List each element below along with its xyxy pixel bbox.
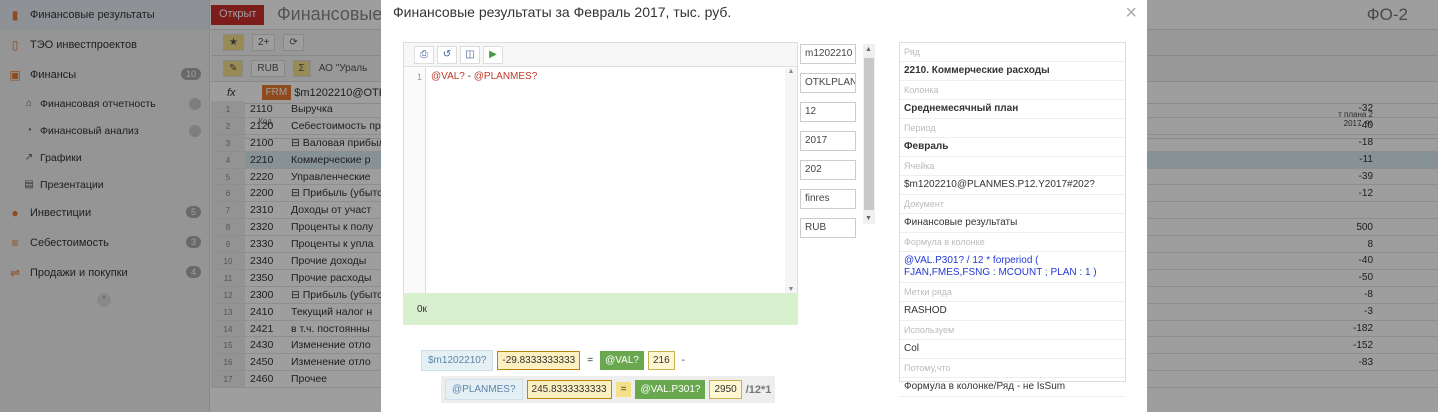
- columns-icon[interactable]: ◫: [460, 45, 480, 64]
- param-field[interactable]: finres: [800, 189, 856, 209]
- editor-body[interactable]: 1 @VAL? - @PLANMES? ▲ ▼: [404, 68, 797, 293]
- scroll-up-icon[interactable]: ▲: [785, 68, 797, 75]
- trace-ref-val[interactable]: @VAL?: [600, 351, 644, 370]
- trace-operator: =: [615, 382, 632, 397]
- run-icon[interactable]: ▶: [483, 45, 503, 64]
- trace-line-1: $m1202210? -29.8333333333 = @VAL? 216 -: [421, 350, 688, 371]
- scroll-down-icon[interactable]: ▼: [785, 286, 797, 293]
- params-list: m1202210 OTKLPLAN 12 2017 202 finres RUB: [800, 44, 860, 247]
- info-value: Финансовые результаты: [900, 214, 1125, 233]
- dialog-title: Финансовые результаты за Февраль 2017, т…: [393, 4, 732, 20]
- info-value: 2210. Коммерческие расходы: [900, 62, 1125, 81]
- params-scrollbar[interactable]: ▲ ▼: [863, 44, 875, 224]
- trace-ref[interactable]: $m1202210?: [421, 350, 494, 371]
- code-text[interactable]: @VAL? - @PLANMES?: [431, 71, 537, 82]
- cell-info-panel: Ряд 2210. Коммерческие расходы Колонка Сред…: [899, 42, 1126, 397]
- param-field[interactable]: 12: [800, 102, 856, 122]
- formula-dialog: Финансовые результаты за Февраль 2017, т…: [381, 0, 1147, 412]
- info-value: Col: [900, 340, 1125, 359]
- line-number: 1: [404, 68, 426, 293]
- trace-value: 2950: [709, 380, 742, 399]
- code-val-token: @VAL?: [431, 71, 465, 82]
- info-label: Ряд: [900, 43, 1125, 62]
- trace-value: -29.8333333333: [497, 351, 581, 370]
- param-field[interactable]: 202: [800, 160, 856, 180]
- info-label: Ячейка: [900, 157, 1125, 176]
- info-label: Формула в колонке: [900, 233, 1125, 252]
- trace-ref[interactable]: @PLANMES?: [445, 379, 523, 400]
- param-field[interactable]: RUB: [800, 218, 856, 238]
- trace-operator: -: [681, 355, 685, 366]
- trace-ref-val[interactable]: @VAL.P301?: [635, 380, 706, 399]
- info-value: RASHOD: [900, 302, 1125, 321]
- info-value: $m1202210@PLANMES.P12.Y2017#202?: [900, 176, 1125, 195]
- editor-scrollbar[interactable]: ▲ ▼: [785, 68, 797, 293]
- info-label: Документ: [900, 195, 1125, 214]
- info-value: Формула в колонке/Ряд - не IsSum: [900, 378, 1125, 397]
- trace-tail: /12*1: [745, 383, 772, 396]
- param-field[interactable]: m1202210: [800, 44, 856, 64]
- info-label: Потому,что: [900, 359, 1125, 378]
- print-icon[interactable]: ⎙: [414, 45, 434, 64]
- close-icon[interactable]: ×: [1125, 2, 1137, 25]
- info-label: Период: [900, 119, 1125, 138]
- trace-line-2: @PLANMES? 245.8333333333 = @VAL.P301? 29…: [441, 376, 776, 403]
- info-label: Используем: [900, 321, 1125, 340]
- info-label: Метки ряда: [900, 283, 1125, 302]
- param-field[interactable]: OTKLPLAN: [800, 73, 856, 93]
- code-planmes-token: @PLANMES?: [473, 71, 538, 82]
- code-operator: -: [464, 71, 474, 82]
- param-field[interactable]: 2017: [800, 131, 856, 151]
- trace-value: 216: [647, 351, 675, 370]
- scroll-thumb[interactable]: [864, 58, 874, 210]
- formula-editor: ⎙ ↺ ◫ ▶ 1 @VAL? - @PLANMES? ▲ ▼: [403, 42, 798, 294]
- info-value: @VAL.P301? / 12 * forperiod ( FJAN,FMES,…: [900, 252, 1125, 283]
- info-label: Колонка: [900, 81, 1125, 100]
- scroll-up-icon[interactable]: ▲: [865, 46, 872, 53]
- undo-icon[interactable]: ↺: [437, 45, 457, 64]
- result-panel: 0к: [403, 293, 798, 325]
- trace-equals: =: [587, 355, 594, 366]
- info-value: Среднемесячный план: [900, 100, 1125, 119]
- editor-toolbar: ⎙ ↺ ◫ ▶: [404, 43, 797, 67]
- info-value: Февраль: [900, 138, 1125, 157]
- scroll-down-icon[interactable]: ▼: [865, 215, 872, 222]
- trace-value: 245.8333333333: [526, 380, 612, 399]
